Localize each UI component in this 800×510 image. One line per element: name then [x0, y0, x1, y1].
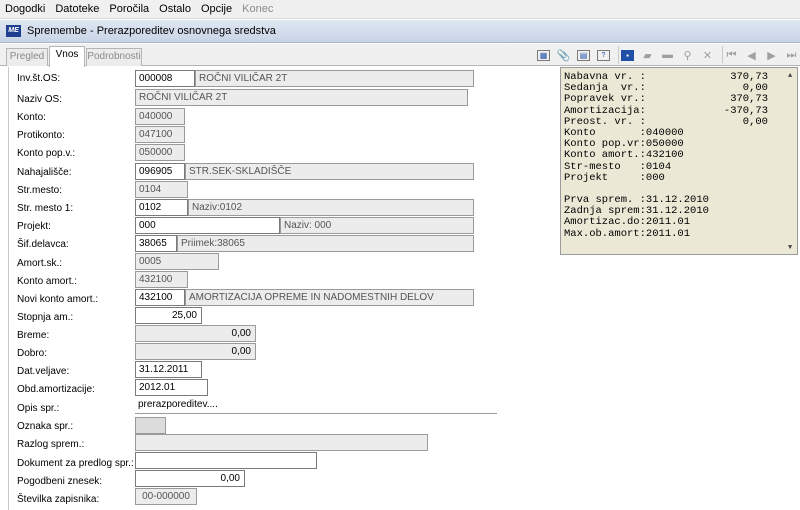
previous-record-icon[interactable]: ◀ — [742, 46, 761, 64]
projekt-description: Naziv: 000 — [280, 217, 474, 234]
novi-konto-amort-label: Novi konto amort.: — [17, 294, 99, 305]
strmesto1-input[interactable]: 0102 — [135, 199, 188, 216]
menu-dogodki[interactable]: Dogodki — [0, 0, 50, 19]
opis-spr-input[interactable]: prerazporeditev.... — [135, 397, 497, 414]
tab-podrobnosti[interactable]: Podrobnosti — [86, 48, 142, 66]
attachment-icon[interactable]: 📎 — [554, 46, 573, 64]
menu-ostalo[interactable]: Ostalo — [154, 0, 196, 19]
opis-spr-label: Opis spr.: — [17, 403, 60, 414]
help-icon[interactable]: ? — [594, 46, 613, 64]
dat-veljave-input[interactable]: 31.12.2011 — [135, 361, 202, 378]
obd-amortizacije-input[interactable]: 2012.01 — [135, 379, 208, 396]
menu-konec[interactable]: Konec — [237, 0, 278, 19]
info-panel-scrollbar[interactable]: ▲ ▼ — [787, 68, 797, 254]
last-record-icon[interactable]: ⏭ — [782, 46, 800, 64]
tab-toolbar-strip: Pregled Vnos Podrobnosti ▦ 📎 ▤ ? ▪ ▰ ▬ ⚲… — [0, 44, 800, 67]
scroll-up-icon[interactable]: ▲ — [788, 71, 792, 82]
dokument-predlog-input[interactable] — [135, 452, 317, 469]
strmesto1-description: Naziv:0102 — [188, 199, 474, 216]
inv-os-description: ROČNI VILIČAR 2T — [195, 70, 474, 87]
sif-delavca-description: Priimek:38065 — [177, 235, 474, 252]
next-record-icon[interactable]: ▶ — [762, 46, 781, 64]
open-folder-icon[interactable]: ▰ — [638, 46, 657, 64]
nahajalisce-description: STR.SEK-SKLADIŠČE — [185, 163, 474, 180]
info-account-row: Projekt :000 — [564, 171, 665, 184]
naziv-os-field: ROČNI VILIČAR 2T — [135, 89, 468, 106]
delete-icon[interactable]: ✕ — [698, 46, 717, 64]
projekt-label: Projekt: — [17, 221, 51, 232]
oznaka-spr-label: Oznaka spr.: — [17, 421, 74, 432]
summary-info-panel: Nabavna vr. :370,73 Sedanja vr.: 0,00 Pop… — [560, 67, 798, 255]
sif-delavca-input[interactable]: 38065 — [135, 235, 177, 252]
razlog-sprem-label: Razlog sprem.: — [17, 439, 85, 450]
strmesto-label: Str.mesto: — [17, 185, 63, 196]
nahajalisce-label: Nahajališče: — [17, 167, 72, 178]
projekt-input[interactable]: 000 — [135, 217, 280, 234]
scroll-down-icon[interactable]: ▼ — [788, 243, 792, 254]
calculator-icon[interactable]: ▤ — [574, 46, 593, 64]
konto-popv-field: 050000 — [135, 144, 185, 161]
dobro-label: Dobro: — [17, 348, 48, 359]
window-title: Spremembe - Prerazporeditev osnovnega sr… — [27, 25, 276, 37]
info-date-row: Amortizac.do:2011.01 — [564, 216, 691, 229]
stopnja-am-label: Stopnja am.: — [17, 312, 74, 323]
amort-sk-field: 0005 — [135, 253, 219, 270]
pogodbeni-znesek-input[interactable]: 0,00 — [135, 470, 245, 487]
save-icon[interactable]: ▪ — [618, 46, 637, 64]
protikonto-field: 047100 — [135, 126, 185, 143]
stevilka-zapisnika-field: 00-000000 — [135, 488, 197, 505]
menu-bar: Dogodki Datoteke Poročila Ostalo Opcije … — [0, 0, 800, 19]
strmesto-field: 0104 — [135, 181, 188, 198]
konto-popv-label: Konto pop.v.: — [17, 148, 76, 159]
konto-label: Konto: — [17, 112, 46, 123]
novi-konto-amort-description: AMORTIZACIJA OPREME IN NADOMESTNIH DELOV — [185, 289, 474, 306]
menu-opcije[interactable]: Opcije — [196, 0, 237, 19]
info-date-row: Max.ob.amort:2011.01 — [564, 227, 691, 240]
amort-sk-label: Amort.sk.: — [17, 258, 63, 269]
dobro-field: 0,00 — [135, 343, 256, 360]
inv-os-input[interactable]: 000008 — [135, 70, 195, 87]
breme-label: Breme: — [17, 330, 50, 341]
info-account-row: Str-mesto :0104 — [564, 160, 672, 173]
menu-porocila[interactable]: Poročila — [104, 0, 154, 19]
tab-vnos[interactable]: Vnos — [49, 46, 85, 67]
inv-os-label: Inv.št.OS: — [17, 73, 61, 84]
app-logo-icon: ME — [6, 25, 21, 37]
naziv-os-label: Naziv OS: — [17, 94, 63, 105]
stevilka-zapisnika-label: Številka zapisnika: — [17, 494, 100, 505]
report-icon[interactable]: ▦ — [534, 46, 553, 64]
dokument-predlog-label: Dokument za predlog spr.: — [17, 458, 134, 469]
pogodbeni-znesek-label: Pogodbeni znesek: — [17, 476, 103, 487]
obd-amortizacije-label: Obd.amortizacije: — [17, 384, 95, 395]
search-icon[interactable]: ⚲ — [678, 46, 697, 64]
oznaka-spr-input[interactable] — [135, 417, 166, 434]
tab-pregled[interactable]: Pregled — [6, 48, 48, 66]
konto-amort-field: 432100 — [135, 271, 188, 288]
breme-field: 0,00 — [135, 325, 256, 342]
info-row: Popravek vr.: 370,73 — [564, 93, 768, 106]
razlog-sprem-input[interactable] — [135, 434, 428, 451]
nahajalisce-input[interactable]: 096905 — [135, 163, 185, 180]
first-record-icon[interactable]: ⏮ — [722, 46, 741, 64]
dat-veljave-label: Dat.veljave: — [17, 366, 70, 377]
menu-datoteke[interactable]: Datoteke — [50, 0, 104, 19]
konto-amort-label: Konto amort.: — [17, 276, 78, 287]
new-record-icon[interactable]: ▬ — [658, 46, 677, 64]
entry-form: Inv.št.OS: 000008 ROČNI VILIČAR 2T Naziv… — [8, 67, 497, 510]
sif-delavca-label: Šif.delavca: — [17, 239, 69, 250]
protikonto-label: Protikonto: — [17, 130, 65, 141]
novi-konto-amort-input[interactable]: 432100 — [135, 289, 185, 306]
stopnja-am-input[interactable]: 25,00 — [135, 307, 202, 324]
window-title-bar: ME Spremembe - Prerazporeditev osnovnega… — [0, 20, 800, 43]
info-account-row: Konto amort.:432100 — [564, 149, 684, 162]
konto-field: 040000 — [135, 108, 185, 125]
strmesto1-label: Str. mesto 1: — [17, 203, 74, 214]
